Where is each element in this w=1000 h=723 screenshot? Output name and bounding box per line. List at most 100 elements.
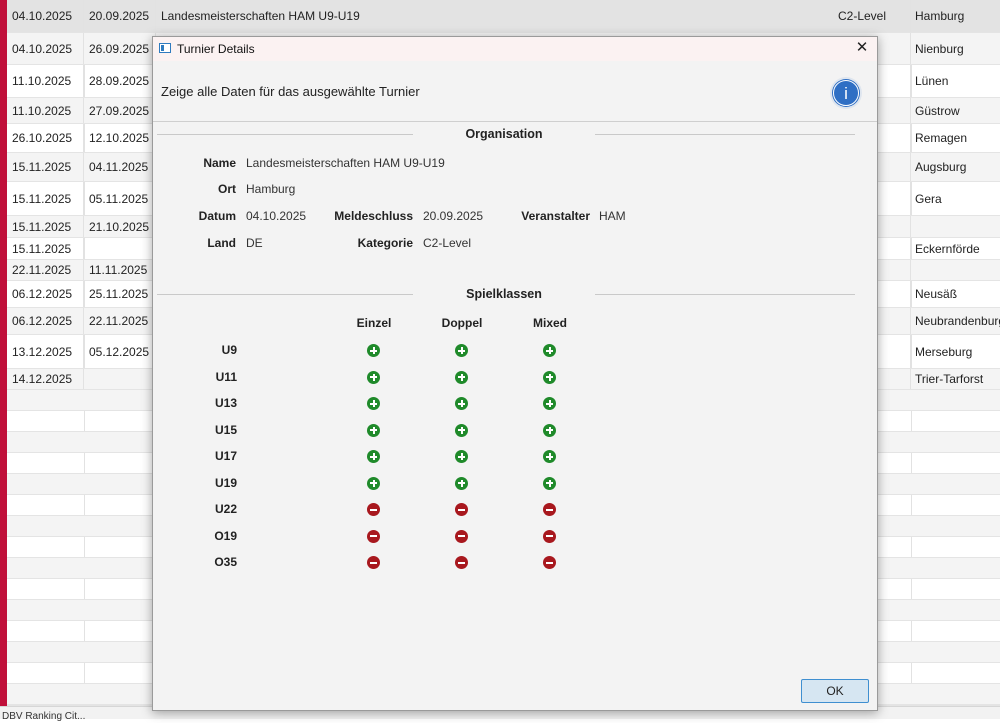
plus-circle-icon (367, 476, 380, 490)
table-cell-place: Nienburg (915, 41, 964, 56)
class-label-u11: U11 (215, 369, 237, 384)
table-cell-date: 11.10.2025 (7, 65, 84, 97)
table-cell-place: Trier-Tarforst (915, 372, 984, 386)
minus-circle-icon (367, 529, 380, 543)
table-cell-deadline (84, 369, 156, 389)
table-cell-place (911, 216, 1000, 237)
status-bar-text: DBV Ranking Cit... (2, 711, 86, 722)
minus-circle-icon (367, 503, 380, 516)
table-cell-date: 13.12.2025 (7, 335, 84, 368)
plus-circle-icon (367, 450, 380, 463)
datum-value: 04.10.2025 (246, 209, 307, 223)
table-cell-date: 15.11.2025 (7, 238, 84, 259)
table-cell-name: Landesmeisterschaften HAM U9-U19 (161, 9, 360, 23)
table-cell-place: Hamburg (915, 9, 965, 23)
table-cell-deadline: 25.11.2025 (84, 281, 156, 307)
plus-circle-icon (367, 370, 380, 384)
dialog-header: Zeige alle Daten für das ausgewählte Tur… (153, 61, 877, 122)
plus-circle-icon (455, 450, 468, 463)
plus-circle-icon (455, 397, 468, 410)
class-label-u9: U9 (221, 343, 237, 357)
plus-circle-icon (367, 397, 380, 410)
column-header-mixed: Mixed (532, 316, 567, 330)
organisation-title: Organisation (465, 127, 543, 141)
plus-circle-icon (543, 397, 556, 410)
table-cell-deadline: 05.12.2025 (84, 335, 156, 368)
name-value: Landesmeisterschaften HAM U9-U19 (246, 156, 445, 170)
table-cell-date: 11.10.2025 (7, 98, 84, 123)
table-cell-date: 06.12.2025 (7, 308, 84, 334)
ort-value: Hamburg (246, 182, 296, 196)
dialog-titlebar: Turnier Details ✕ (153, 37, 877, 61)
table-cell-date: 06.12.2025 (7, 281, 84, 307)
close-button[interactable]: ✕ (853, 39, 871, 57)
ok-button[interactable]: OK (801, 679, 869, 703)
table-cell-deadline (84, 238, 156, 259)
table-cell-date: 14.12.2025 (7, 369, 84, 389)
plus-circle-icon (455, 423, 468, 437)
class-label-u19: U19 (214, 475, 237, 490)
table-cell-deadline: 11.11.2025 (84, 260, 156, 280)
table-row[interactable]: 04.10.2025 20.09.2025 Landesmeisterschafte… (7, 0, 1000, 33)
plus-circle-icon (455, 344, 468, 357)
table-cell-deadline: 12.10.2025 (84, 124, 156, 152)
table-cell-place: Lünen (915, 74, 949, 88)
table-cell-place: Gera (915, 191, 942, 206)
tournament-details-dialog: Turnier Details ✕ Zeige alle Daten für d… (152, 36, 878, 711)
table-cell-place: Augsburg (915, 160, 967, 174)
table-cell-date: 15.11.2025 (7, 153, 84, 181)
table-cell-place: Neubrandenburg (915, 314, 1000, 328)
datum-label: Datum (198, 209, 236, 223)
table-cell-deadline: 04.11.2025 (84, 153, 156, 181)
spielklassen-title: Spielklassen (466, 287, 542, 301)
class-label-u13: U13 (214, 396, 237, 410)
table-cell-deadline: 28.09.2025 (84, 65, 156, 97)
table-cell-date: 15.11.2025 (7, 182, 84, 215)
class-label-o19: O19 (214, 528, 237, 543)
table-cell-category: C2-Level (833, 0, 911, 32)
plus-circle-icon (543, 370, 556, 384)
table-cell-place: Neusäß (915, 287, 958, 301)
organisation-section-header: Organisation (153, 125, 877, 145)
table-cell-date: 04.10.2025 (7, 0, 84, 32)
column-header-einzel: Einzel (356, 316, 392, 330)
table-cell-date: 26.10.2025 (7, 124, 84, 152)
plus-circle-icon (543, 476, 556, 490)
meldeschluss-label: Meldeschluss (334, 209, 413, 223)
app-window-icon (159, 43, 171, 53)
class-label-o35: O35 (214, 555, 237, 569)
table-cell-place: Remagen (915, 131, 968, 145)
kategorie-value: C2-Level (423, 236, 472, 250)
land-label: Land (207, 236, 236, 250)
table-cell-place: Merseburg (915, 344, 973, 359)
table-cell-deadline: 21.10.2025 (84, 216, 156, 237)
plus-circle-icon (543, 344, 556, 357)
land-value: DE (246, 236, 263, 250)
spielklassen-section-header: Spielklassen (153, 285, 877, 305)
minus-circle-icon (455, 556, 468, 569)
minus-circle-icon (367, 556, 380, 569)
table-cell-place: Güstrow (915, 103, 960, 118)
minus-circle-icon (543, 503, 556, 516)
veranstalter-label: Veranstalter (521, 209, 590, 223)
name-label: Name (203, 156, 236, 170)
table-cell-place: Eckernförde (915, 241, 980, 256)
minus-circle-icon (543, 556, 556, 569)
minus-circle-icon (455, 503, 468, 516)
veranstalter-value: HAM (599, 209, 626, 223)
minus-circle-icon (543, 529, 556, 543)
class-label-u22: U22 (214, 502, 237, 516)
info-icon: i (830, 77, 862, 109)
column-header-doppel: Doppel (441, 316, 483, 330)
table-cell-deadline: 22.11.2025 (84, 308, 156, 334)
table-cell-place (911, 260, 1000, 280)
class-label-u17: U17 (214, 449, 237, 463)
table-cell-date: 15.11.2025 (7, 216, 84, 237)
header-text: Zeige alle Daten für das ausgewählte Tur… (161, 84, 420, 99)
plus-circle-icon (455, 370, 468, 384)
plus-circle-icon (367, 344, 380, 357)
meldeschluss-value: 20.09.2025 (423, 209, 484, 223)
table-cell-deadline: 27.09.2025 (84, 98, 156, 123)
plus-circle-icon (455, 476, 468, 490)
class-label-u15: U15 (214, 422, 237, 437)
